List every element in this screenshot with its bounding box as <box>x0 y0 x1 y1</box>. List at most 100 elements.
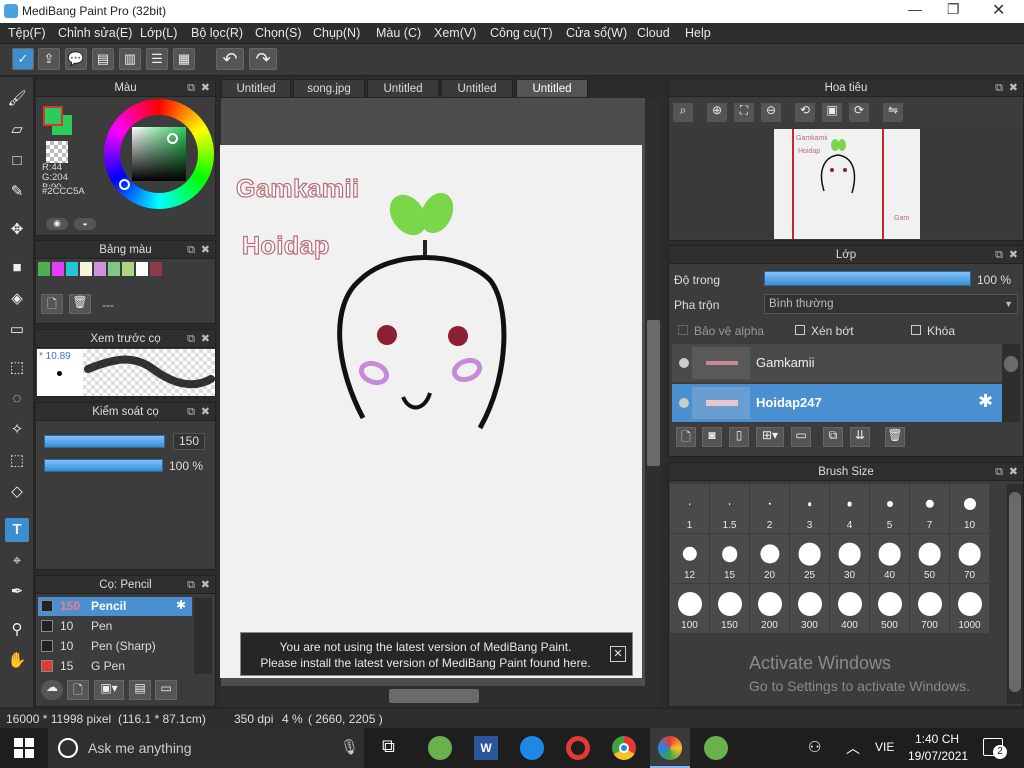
color-picker-mode-icon[interactable]: ◒ <box>74 218 96 230</box>
brush-item-pencil[interactable]: 150 Pencil ✱ <box>38 597 192 616</box>
brush-size-scrollbar[interactable] <box>1007 484 1023 704</box>
duplicate-layer-icon[interactable]: ⧉ <box>823 427 843 447</box>
tab-song[interactable]: song.jpg <box>293 79 365 98</box>
lasso-icon[interactable]: ◌ <box>5 387 29 411</box>
popout-icon[interactable]: ⧉ <box>995 79 1003 97</box>
brush-size-1-5[interactable]: 1.5 <box>710 484 749 533</box>
brush-size-1[interactable]: 1 <box>670 484 709 533</box>
new-palette-icon[interactable]: 🗋 <box>41 294 63 314</box>
palette-swatch[interactable] <box>136 262 148 276</box>
layer-item-hoidap247[interactable]: Hoidap247 ✱ <box>672 384 1002 422</box>
menu-capture[interactable]: Chụp(N) <box>313 26 360 40</box>
canvas-vertical-scrollbar[interactable] <box>645 98 662 686</box>
popout-icon[interactable]: ⧉ <box>995 463 1003 481</box>
flip-icon[interactable]: ⇋ <box>883 103 903 122</box>
palette-swatch[interactable] <box>80 262 92 276</box>
layer-opacity-slider[interactable] <box>764 271 971 286</box>
brush-size-3[interactable]: 3 <box>790 484 829 533</box>
word-icon[interactable]: W <box>474 736 498 760</box>
document-icon[interactable]: ▥ <box>119 48 141 70</box>
horizontal-scroll-thumb[interactable] <box>389 689 479 703</box>
popout-icon[interactable]: ⧉ <box>187 330 195 348</box>
foreground-color-swatch[interactable] <box>43 106 63 126</box>
chevron-up-icon[interactable]: ︿ <box>846 738 860 758</box>
menu-cloud[interactable]: Cloud <box>637 26 670 40</box>
new-1bit-layer-icon[interactable]: ▯ <box>729 427 749 447</box>
brush-size-40[interactable]: 40 <box>870 534 909 583</box>
chrome-icon[interactable] <box>612 736 636 760</box>
notification-center-icon[interactable]: 2 <box>983 738 1007 759</box>
select-eraser-icon[interactable]: ◇ <box>5 480 29 504</box>
check-icon[interactable]: ✓ <box>12 48 34 70</box>
comment-icon[interactable]: 💬 <box>65 48 87 70</box>
text-tool-icon[interactable]: T <box>5 518 29 542</box>
grid-icon[interactable]: ▦ <box>173 48 195 70</box>
notification-close-icon[interactable]: ✕ <box>610 646 626 662</box>
gear-icon[interactable]: ✱ <box>176 598 186 612</box>
brush-size-1000[interactable]: 1000 <box>950 584 989 633</box>
zoom-in-icon[interactable]: ⊕ <box>707 103 727 122</box>
tab-untitled-2[interactable]: Untitled <box>367 79 439 98</box>
panel-close-icon[interactable]: ✖ <box>201 241 210 259</box>
brush-size-slider[interactable] <box>44 435 165 448</box>
palette-swatch[interactable] <box>122 262 134 276</box>
popout-icon[interactable]: ⧉ <box>995 246 1003 264</box>
panel-close-icon[interactable]: ✖ <box>201 403 210 421</box>
transparent-swatch[interactable] <box>46 141 68 163</box>
popout-icon[interactable]: ⧉ <box>187 403 195 421</box>
brush-add-menu-icon[interactable]: ▣▾ <box>94 680 124 700</box>
brush-size-700[interactable]: 700 <box>910 584 949 633</box>
popout-icon[interactable]: ⧉ <box>187 241 195 259</box>
tab-untitled-3[interactable]: Untitled <box>441 79 513 98</box>
zoom-out-icon[interactable]: ⊖ <box>761 103 781 122</box>
brush-size-150[interactable]: 150 <box>710 584 749 633</box>
popout-icon[interactable]: ⧉ <box>187 576 195 594</box>
eye-icon[interactable] <box>679 398 689 408</box>
message-icon[interactable]: ▤ <box>92 48 114 70</box>
fill-rect-icon[interactable]: ■ <box>5 256 29 280</box>
app-icon-green-2[interactable] <box>704 736 728 760</box>
share-icon[interactable]: ⇪ <box>38 48 60 70</box>
protect-alpha-checkbox[interactable] <box>678 325 688 335</box>
eraser-tool-icon[interactable]: ▱ <box>5 118 29 142</box>
fit-icon[interactable]: ⛶ <box>734 103 754 122</box>
brush-size-4[interactable]: 4 <box>830 484 869 533</box>
merge-layer-icon[interactable]: ⇊ <box>850 427 870 447</box>
app-icon-green[interactable] <box>428 736 452 760</box>
reset-view-icon[interactable]: ▣ <box>822 103 842 122</box>
brush-size-2[interactable]: 2 <box>750 484 789 533</box>
cloud-brush-icon[interactable]: ☁ <box>41 680 63 700</box>
clock-date[interactable]: 19/07/2021 <box>908 749 968 763</box>
color-mode-icon[interactable]: ◉ <box>46 218 68 230</box>
panel-close-icon[interactable]: ✖ <box>201 576 210 594</box>
magic-wand-icon[interactable]: ✧ <box>5 418 29 442</box>
bucket-icon[interactable]: ◈ <box>5 287 29 311</box>
brush-size-400[interactable]: 400 <box>830 584 869 633</box>
layer-item-gamkamii[interactable]: Gamkamii <box>672 344 1002 382</box>
palette-swatch[interactable] <box>150 262 162 276</box>
gradient-icon[interactable]: ▭ <box>5 318 29 342</box>
brush-tool-icon[interactable]: 🖌 <box>5 87 29 111</box>
hand-tool-icon[interactable]: ✋ <box>5 649 29 673</box>
menu-edit[interactable]: Chỉnh sửa(E) <box>58 26 132 40</box>
brush-size-5[interactable]: 5 <box>870 484 909 533</box>
brush-size-30[interactable]: 30 <box>830 534 869 583</box>
panel-close-icon[interactable]: ✖ <box>201 330 210 348</box>
eyedropper-icon[interactable]: ⚲ <box>5 618 29 642</box>
brush-size-20[interactable]: 20 <box>750 534 789 583</box>
new-layer-icon[interactable]: 🗋 <box>676 427 696 447</box>
brush-size-scroll-thumb[interactable] <box>1009 492 1021 692</box>
blend-mode-select[interactable]: Bình thường ▼ <box>764 294 1018 314</box>
opera-icon[interactable] <box>566 736 590 760</box>
app-icon-blue[interactable] <box>520 736 544 760</box>
navigator-view[interactable]: Gamkamii Hoidap Gam <box>670 126 1023 239</box>
palette-swatch[interactable] <box>94 262 106 276</box>
select-pen-icon[interactable]: ⬚ <box>5 449 29 473</box>
palette-swatch[interactable] <box>108 262 120 276</box>
popout-icon[interactable]: ⧉ <box>187 79 195 97</box>
vertical-scroll-thumb[interactable] <box>647 320 660 466</box>
panel-close-icon[interactable]: ✖ <box>1009 246 1018 264</box>
layer-scroll-thumb[interactable] <box>1004 356 1018 372</box>
taskbar-search[interactable]: Ask me anything 🎙 <box>48 728 364 768</box>
pen-tool-icon[interactable]: ✒ <box>5 580 29 604</box>
